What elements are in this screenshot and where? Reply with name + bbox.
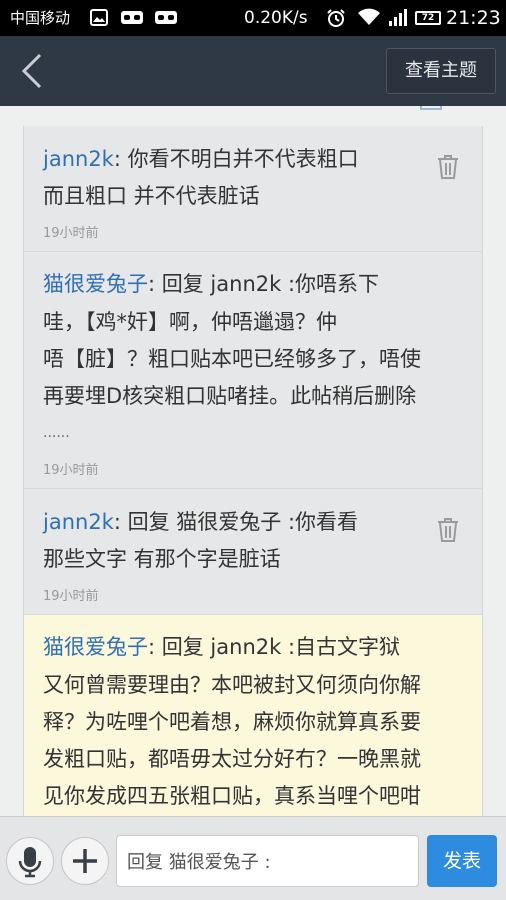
comment-time: 19小时前: [43, 226, 99, 241]
plus-icon: [73, 849, 97, 873]
comment-line: 哇，【鸡*奸】啊，仲唔邋遢？仲: [43, 310, 337, 334]
comment-line: jann2k: 你看不明白并不代表粗口: [43, 141, 359, 178]
comment-line: 发粗口贴，都唔毋太过分好冇？一晚黑就: [43, 747, 421, 771]
comment-text: : 回复 猫很爱兔子 :你看看: [113, 510, 359, 534]
comment-item-highlighted[interactable]: 猫很爱兔子: 回复 jann2k :自古文字狱 又何曾需要理由？本吧被封又何须向…: [23, 615, 483, 816]
comment-text: : 回复 jann2k :你唔系下: [148, 272, 380, 296]
battery-indicator: 72: [415, 11, 441, 25]
comment-text: : 你看不明白并不代表粗口: [113, 147, 359, 171]
microphone-icon: [18, 847, 42, 878]
comment-time: 19小时前: [43, 463, 99, 478]
comment-time: 19小时前: [43, 589, 99, 604]
alarm-icon: [327, 9, 345, 27]
status-bar: 中国移动 0.20K/s 72 21:23: [0, 0, 506, 36]
comment-author[interactable]: jann2k: [43, 510, 114, 534]
image-notification-icon: [90, 9, 108, 26]
network-speed: 0.20K/s: [244, 8, 308, 28]
comment-author[interactable]: 猫很爱兔子: [43, 272, 148, 296]
comment-line: 那些文字 有那个字是脏话: [43, 547, 281, 571]
comment-line: 又何曾需要理由？本吧被封又何须向你解: [43, 673, 421, 697]
vr-notification-icon: [121, 11, 143, 24]
battery-level: 72: [421, 13, 435, 23]
comment-list[interactable]: jann2k: 你看不明白并不代表粗口 而且粗口 并不代表脏话 19小时前 猫很…: [0, 106, 506, 816]
comment-author[interactable]: 猫很爱兔子: [43, 635, 148, 659]
vr-notification-icon-2: [155, 11, 177, 24]
wifi-icon: [358, 8, 380, 25]
comment-text: : 回复 jann2k :自古文字狱: [148, 635, 401, 659]
comment-line: 唔【脏】？粗口贴本吧已经够多了，唔使: [43, 347, 421, 371]
comment-line: 猫很爱兔子: 回复 jann2k :自古文字狱: [43, 629, 400, 666]
comment-item[interactable]: 猫很爱兔子: 回复 jann2k :你唔系下 哇，【鸡*奸】啊，仲唔邋遢？仲 唔…: [23, 252, 483, 489]
trash-icon[interactable]: [436, 517, 460, 543]
carrier-label: 中国移动: [10, 9, 71, 27]
comment-line: 见你发成四五张粗口贴，真系当哩个吧咁: [43, 784, 421, 808]
comment-line: 再要埋D核突粗口贴啫挂。此帖稍后删除: [43, 384, 417, 408]
comment-line: jann2k: 回复 猫很爱兔子 :你看看: [43, 504, 358, 541]
clock: 21:23: [446, 7, 501, 29]
signal-icon: [389, 9, 407, 26]
back-button[interactable]: [14, 50, 54, 92]
view-topic-button[interactable]: 查看主题: [386, 48, 496, 94]
partial-icon: [420, 106, 442, 110]
attach-button[interactable]: [61, 837, 109, 885]
comment-line: 猫很爱兔子: 回复 jann2k :你唔系下: [43, 266, 379, 303]
send-button[interactable]: 发表: [427, 835, 497, 887]
comment-item[interactable]: jann2k: 你看不明白并不代表粗口 而且粗口 并不代表脏话 19小时前: [23, 126, 483, 252]
reply-input[interactable]: [116, 835, 419, 887]
voice-button[interactable]: [6, 837, 54, 885]
comment-line: 而且粗口 并不代表脏话: [43, 184, 260, 208]
comment-line: 释？为咗哩个吧着想，麻烦你就算真系要: [43, 710, 421, 734]
comment-item[interactable]: jann2k: 回复 猫很爱兔子 :你看看 那些文字 有那个字是脏话 19小时前: [23, 489, 483, 615]
reply-bar: 发表: [0, 816, 506, 900]
header-bar: 查看主题: [0, 36, 506, 106]
trash-icon[interactable]: [436, 154, 460, 180]
comment-line: ......: [43, 425, 70, 441]
comment-author[interactable]: jann2k: [43, 147, 114, 171]
chevron-left-icon: [21, 53, 42, 89]
